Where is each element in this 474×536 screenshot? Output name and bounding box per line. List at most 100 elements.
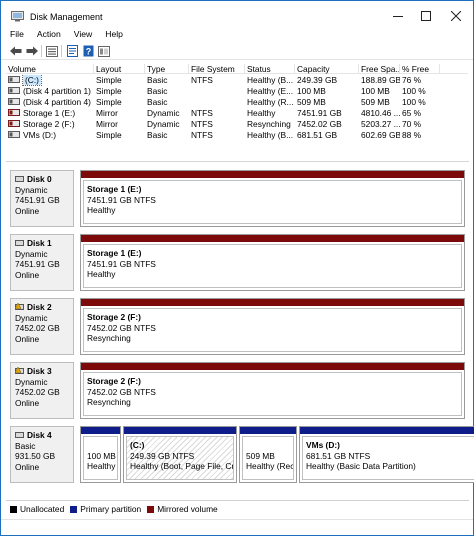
cell-volume: Storage 2 (F:) — [6, 119, 94, 130]
cell-file-system: NTFS — [191, 75, 213, 85]
menu-file[interactable]: File — [10, 29, 24, 42]
partition-status: Healthy — [87, 269, 116, 279]
partition-title: Storage 2 (F:) — [87, 376, 141, 386]
disk-state: Online — [15, 333, 40, 344]
volume-icon — [8, 131, 20, 139]
column-header-layout[interactable]: Layout — [94, 64, 145, 74]
properties-icon — [66, 45, 78, 57]
volume-row[interactable]: Storage 2 (F:) Mirror Dynamic NTFS Resynchin… — [6, 119, 468, 130]
cell-capacity: 509 MB — [297, 97, 326, 107]
volume-row[interactable]: VMs (D:) Simple Basic NTFS Healthy (B... 681.… — [6, 130, 468, 141]
column-header-type[interactable]: Type — [145, 64, 189, 74]
disk-name-text: Disk 3 — [27, 366, 52, 376]
cell-capacity: 249.39 GB — [297, 75, 338, 85]
forward-button[interactable] — [25, 44, 39, 58]
close-icon — [451, 11, 461, 21]
cell-layout: Simple — [96, 130, 122, 140]
unallocated-swatch — [10, 505, 17, 513]
cell-percent-free: 70 % — [402, 119, 422, 129]
partition-size: 7452.02 GB NTFS — [87, 386, 156, 397]
show-list-button[interactable] — [45, 44, 59, 58]
column-header-file-system[interactable]: File System — [189, 64, 245, 74]
partition[interactable]: 509 MB Healthy (Recc — [239, 426, 297, 483]
primary-bar — [124, 427, 236, 434]
legend-item-unallocated: Unallocated — [10, 504, 64, 514]
help-button[interactable]: ? — [81, 44, 95, 58]
cell-free-space: 4810.46 ... — [361, 108, 400, 118]
title-bar[interactable]: Disk Management — [1, 1, 473, 31]
volume-list[interactable]: Volume Layout Type File System Status Ca… — [6, 62, 468, 158]
column-header-capacity[interactable]: Capacity — [295, 64, 359, 74]
volume-name: VMs (D:) — [23, 130, 57, 140]
cell-free-space: 5203.27 ... — [361, 119, 400, 129]
partition[interactable]: Storage 1 (E:) 7451.91 GB NTFS Healthy — [80, 234, 465, 291]
close-button[interactable] — [441, 1, 471, 31]
disk-view-button[interactable] — [97, 44, 111, 58]
disk-label[interactable]: Disk 3 Dynamic 7452.02 GB Online — [10, 362, 74, 419]
menu-view[interactable]: View — [74, 29, 92, 42]
column-header-percent-free[interactable]: % Free — [400, 64, 440, 74]
forward-arrow-icon — [26, 46, 38, 56]
disk-name-text: Disk 0 — [27, 174, 52, 184]
disk-label[interactable]: Disk 1 Dynamic 7451.91 GB Online — [10, 234, 74, 291]
back-arrow-icon — [10, 46, 22, 56]
maximize-button[interactable] — [411, 1, 441, 31]
column-header-status[interactable]: Status — [245, 64, 295, 74]
disk-size: 7452.02 GB — [15, 323, 60, 333]
disk-label[interactable]: Disk 2 Dynamic 7452.02 GB Online — [10, 298, 74, 355]
disk-view-icon — [98, 45, 110, 57]
back-button[interactable] — [9, 44, 23, 58]
legend-label: Mirrored volume — [157, 504, 218, 514]
menu-help[interactable]: Help — [105, 29, 123, 42]
menu-action[interactable]: Action — [37, 29, 61, 42]
partition-size: 7451.91 GB NTFS — [87, 258, 156, 269]
cell-capacity: 7452.02 GB — [297, 119, 342, 129]
column-header-volume[interactable]: Volume — [6, 64, 94, 74]
disk-name: Disk 3 — [15, 366, 73, 377]
partition-title — [87, 440, 117, 451]
disk-state: Online — [15, 397, 40, 408]
volume-row[interactable]: Storage 1 (E:) Mirror Dynamic NTFS Healthy 74… — [6, 108, 468, 119]
volume-row[interactable]: (C:) Simple Basic NTFS Healthy (B... 249.39 G… — [6, 75, 468, 86]
partition-title: Storage 2 (F:) — [87, 312, 141, 322]
disk-label[interactable]: Disk 4 Basic 931.50 GB Online — [10, 426, 74, 483]
column-header-free-space[interactable]: Free Spa... — [359, 64, 400, 74]
partition-body: Storage 1 (E:) 7451.91 GB NTFS Healthy — [83, 180, 462, 224]
disk-kind: Dynamic — [15, 376, 48, 387]
disk-row: Disk 2 Dynamic 7452.02 GB Online Storage 2 (… — [10, 298, 470, 355]
partition[interactable]: Storage 1 (E:) 7451.91 GB NTFS Healthy — [80, 170, 465, 227]
volume-row[interactable]: (Disk 4 partition 1) Simple Basic Healthy (… — [6, 86, 468, 97]
partition[interactable]: Storage 2 (F:) 7452.02 GB NTFS Resynching — [80, 298, 465, 355]
partition[interactable]: Storage 2 (F:) 7452.02 GB NTFS Resynching — [80, 362, 465, 419]
partition-body: Storage 2 (F:) 7452.02 GB NTFS Resynching — [83, 372, 462, 416]
partition-status: Resynching — [87, 397, 131, 407]
partition-size: 100 MB — [87, 450, 116, 461]
cell-layout: Simple — [96, 97, 122, 107]
minimize-button[interactable] — [383, 1, 413, 31]
cell-file-system: NTFS — [191, 108, 213, 118]
toolbar-separator — [41, 45, 42, 57]
partition[interactable]: VMs (D:) 681.51 GB NTFS Healthy (Basic Dat… — [299, 426, 474, 483]
cell-capacity: 7451.91 GB — [297, 108, 342, 118]
properties-button[interactable] — [65, 44, 79, 58]
cell-capacity: 100 MB — [297, 86, 326, 96]
disk-icon — [15, 240, 24, 247]
cell-status: Healthy (E... — [247, 86, 294, 96]
volume-row[interactable]: (Disk 4 partition 4) Simple Basic Healthy (… — [6, 97, 468, 108]
partition[interactable]: (C:) 249.39 GB NTFS Healthy (Boot, Page Fi… — [123, 426, 237, 483]
partition-size: 249.39 GB NTFS — [130, 450, 195, 461]
cell-volume: VMs (D:) — [6, 130, 94, 141]
cell-percent-free: 100 % — [402, 97, 426, 107]
primary-bar — [300, 427, 474, 434]
cell-type: Dynamic — [147, 119, 180, 129]
partition[interactable]: 100 MB Healthy ( — [80, 426, 121, 483]
partition-body: Storage 2 (F:) 7452.02 GB NTFS Resynching — [83, 308, 462, 352]
partition-status: Healthy ( — [87, 461, 118, 471]
disk-management-window: Disk Management File Action View Help ? … — [0, 0, 474, 536]
partition-size: 7452.02 GB NTFS — [87, 322, 156, 333]
disk-name: Disk 4 — [15, 430, 73, 441]
disk-label[interactable]: Disk 0 Dynamic 7451.91 GB Online — [10, 170, 74, 227]
cell-volume: (Disk 4 partition 4) — [6, 97, 94, 108]
disk-warning-icon — [15, 367, 24, 375]
minimize-icon — [393, 16, 403, 17]
